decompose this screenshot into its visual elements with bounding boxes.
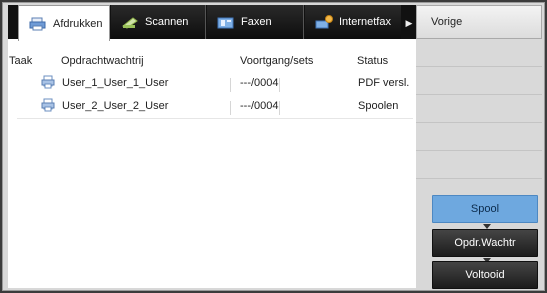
row-queue: User_2_User_2_User — [62, 100, 169, 112]
sidebar-slot — [416, 123, 542, 151]
tab-afdrukken-label: Afdrukken — [53, 17, 103, 30]
column-divider — [279, 101, 280, 115]
sidebar-slot — [416, 67, 542, 95]
row-queue: User_1_User_1_User — [62, 77, 169, 89]
tab-scannen-label: Scannen — [145, 16, 189, 28]
fax-icon — [217, 15, 235, 29]
column-header-progress: Voortgang/sets — [240, 55, 314, 67]
column-header-job: Taak — [9, 55, 33, 67]
completed-button[interactable]: Voltooid — [432, 261, 538, 289]
column-header-status: Status — [357, 55, 389, 67]
table-row[interactable]: User_2_User_2_User ---/0004 Spoolen — [17, 95, 413, 119]
row-progress: ---/0004 — [240, 77, 279, 89]
sidebar-slot — [416, 95, 542, 123]
back-button-label: Vorige — [431, 16, 463, 28]
document-icon — [41, 98, 55, 115]
spool-button[interactable]: Spool — [432, 195, 538, 223]
column-divider — [230, 78, 231, 92]
document-icon — [41, 75, 55, 92]
tab-internetfax[interactable]: Internetfax — [305, 5, 401, 39]
tab-internetfax-label: Internetfax — [339, 16, 391, 28]
sidebar-slot — [416, 151, 542, 179]
scanner-icon — [121, 15, 139, 29]
tab-scannen[interactable]: Scannen — [111, 5, 206, 39]
tab-afdrukken[interactable]: Afdrukken — [18, 5, 110, 41]
printer-icon — [29, 17, 47, 31]
column-header-queue: Opdrachtwachtrij — [61, 55, 144, 67]
back-button[interactable]: Vorige — [416, 5, 542, 39]
tab-faxen-label: Faxen — [241, 16, 272, 28]
row-status: PDF versl. — [358, 77, 410, 89]
column-divider — [279, 78, 280, 92]
row-progress: ---/0004 — [240, 100, 279, 112]
job-queue-button[interactable]: Opdr.Wachtr — [432, 229, 538, 257]
tab-bar: Afdrukken Scannen Faxen Internetfax ▶ — [8, 5, 416, 41]
column-divider — [230, 101, 231, 115]
tab-faxen[interactable]: Faxen — [207, 5, 304, 39]
sidebar-slot — [416, 39, 542, 67]
row-status: Spoolen — [358, 100, 399, 112]
tab-scroll-right-icon[interactable]: ▶ — [402, 13, 416, 33]
internet-fax-icon — [315, 15, 333, 29]
job-status-panel — [8, 5, 416, 288]
table-row[interactable]: User_1_User_1_User ---/0004 PDF versl. — [17, 72, 413, 96]
